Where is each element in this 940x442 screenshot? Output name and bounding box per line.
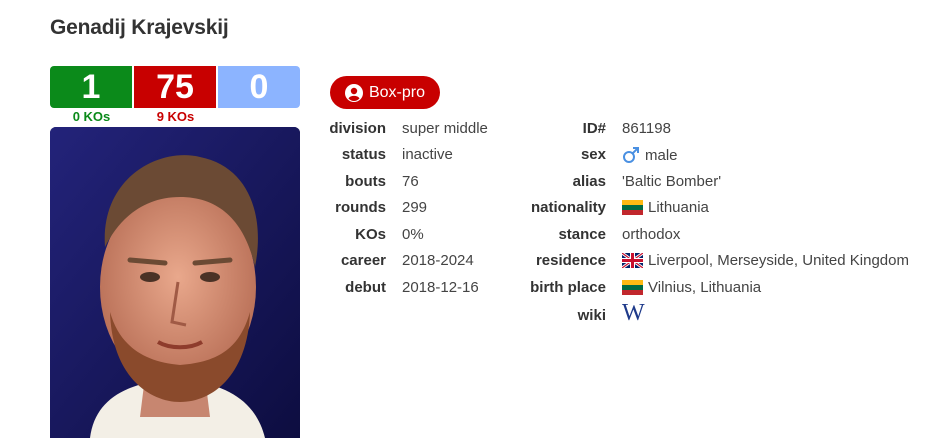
alias-label: alias: [572, 173, 606, 190]
win-kos: 0 KOs: [72, 109, 111, 124]
nationality-label: nationality: [530, 199, 606, 216]
male-symbol-icon: [623, 147, 639, 163]
draws-count: 0: [218, 66, 300, 108]
rounds-value: 299: [402, 199, 428, 216]
residence-text: Liverpool, Merseyside, United Kingdom: [648, 252, 909, 269]
boxer-photo: [50, 127, 300, 438]
status-label: status: [341, 146, 386, 163]
user-circle-icon: [344, 83, 363, 102]
sex-value: male: [622, 146, 678, 164]
uk-flag-icon: [622, 253, 643, 268]
lithuania-flag-icon: [622, 280, 643, 295]
sex-label: sex: [580, 146, 606, 163]
sex-text: male: [645, 146, 678, 164]
debut-value[interactable]: 2018-12-16: [402, 279, 479, 296]
birth-place-label: birth place: [530, 279, 606, 296]
wiki-label: wiki: [577, 307, 606, 324]
residence-value[interactable]: Liverpool, Merseyside, United Kingdom: [622, 252, 909, 269]
kos-label: KOs: [355, 226, 386, 243]
division-value: super middle: [402, 120, 488, 137]
status-value: inactive: [402, 146, 453, 163]
wikipedia-icon[interactable]: W: [622, 301, 645, 325]
boxer-name: Genadij Krajevskij: [50, 16, 229, 39]
debut-label: debut: [345, 279, 386, 296]
career-value: 2018-2024: [402, 252, 474, 269]
career-label: career: [340, 252, 386, 269]
nationality-text: Lithuania: [648, 199, 709, 216]
stance-label: stance: [558, 226, 606, 243]
residence-label: residence: [535, 252, 606, 269]
stance-value: orthodox: [622, 226, 681, 243]
birth-place-value[interactable]: Vilnius, Lithuania: [622, 279, 761, 296]
wiki-link[interactable]: W: [622, 301, 645, 325]
bouts-label: bouts: [345, 173, 386, 190]
record-bar: 1 75 0: [50, 66, 300, 108]
rounds-label: rounds: [335, 199, 386, 216]
id-label: ID#: [582, 120, 606, 137]
alias-value: 'Baltic Bomber': [622, 173, 722, 190]
bouts-value: 76: [402, 173, 419, 190]
badge-label: Box-pro: [368, 83, 426, 101]
kos-value: 0%: [402, 226, 424, 243]
losses-count: 75: [134, 66, 216, 108]
nationality-value[interactable]: Lithuania: [622, 199, 709, 216]
loss-kos: 9 KOs: [156, 109, 195, 124]
division-label: division: [329, 120, 386, 137]
box-pro-badge[interactable]: Box-pro: [330, 76, 440, 109]
wins-count: 1: [50, 66, 132, 108]
boxer-portrait: [50, 127, 300, 438]
id-value: 861198: [622, 120, 671, 137]
lithuania-flag-icon: [622, 200, 643, 215]
birth-place-text: Vilnius, Lithuania: [648, 279, 762, 296]
